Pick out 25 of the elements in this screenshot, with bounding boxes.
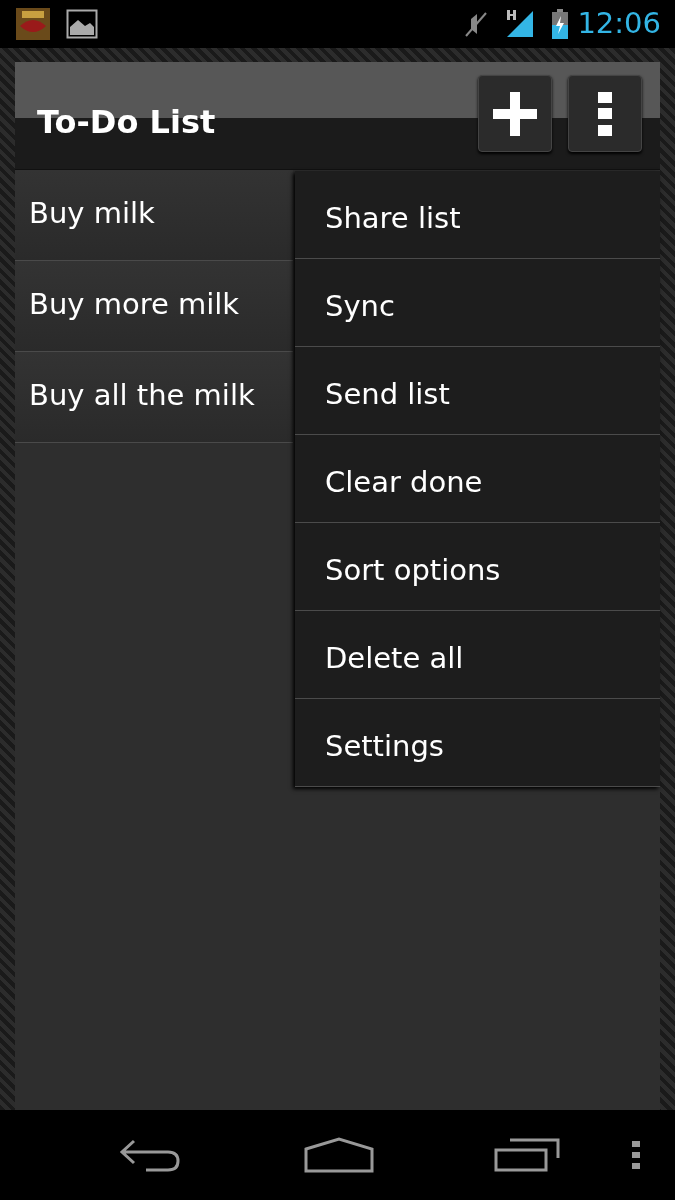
mute-icon [463,10,490,38]
overflow-menu-button[interactable] [568,75,642,152]
clock: 12:06 [577,5,661,43]
menu-item[interactable]: Share list [295,171,660,259]
plus-icon [493,91,537,136]
battery-icon [551,9,570,39]
app-icon [16,8,50,40]
menu-item[interactable]: Sync [295,259,660,347]
recent-apps-icon[interactable] [494,1138,560,1172]
app-title: To-Do List [37,102,217,143]
overflow-icon [598,91,612,136]
menu-item[interactable]: Delete all [295,611,660,699]
menu-item[interactable]: Send list [295,347,660,435]
back-icon[interactable] [118,1138,182,1172]
list-item[interactable]: Buy more milk [15,261,293,352]
menu-item[interactable]: Sort options [295,523,660,611]
menu-item[interactable]: Clear done [295,435,660,523]
menu-item[interactable]: Settings [295,699,660,787]
overflow-icon[interactable] [632,1141,640,1169]
list-item[interactable]: Buy all the milk [15,352,293,443]
home-icon[interactable] [304,1137,374,1173]
image-icon [66,9,98,39]
list-item[interactable]: Buy milk [15,170,293,261]
add-button[interactable] [478,75,552,152]
signal-icon [505,9,536,39]
